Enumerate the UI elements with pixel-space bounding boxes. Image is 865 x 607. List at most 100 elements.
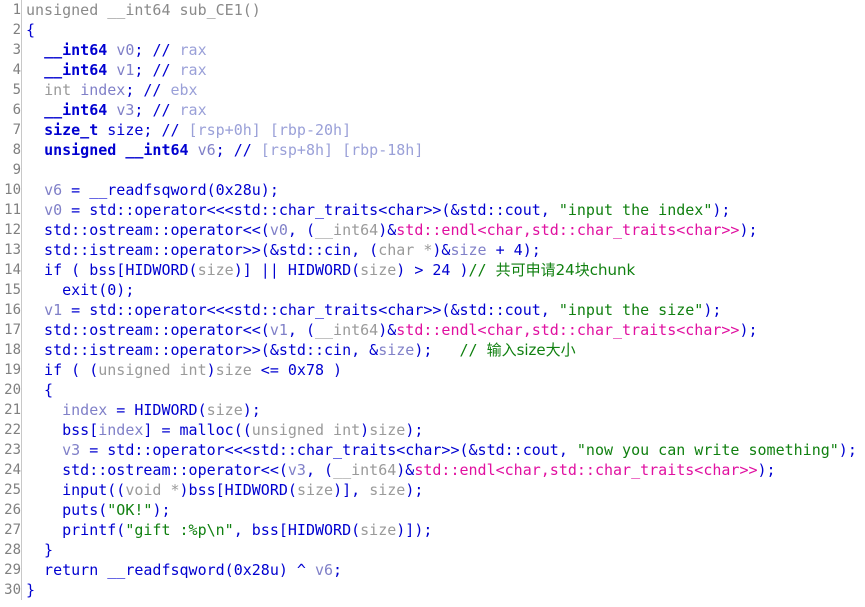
line-number: 1 [0,0,22,20]
code-line[interactable]: 23 v3 = std::operator<<<std::char_traits… [0,440,865,460]
code-line[interactable]: 27 printf("gift :%p\n", bss[HIDWORD(size… [0,520,865,540]
code-line[interactable]: 15 exit(0); [0,280,865,300]
code-line-content[interactable]: } [22,540,865,560]
code-line[interactable]: 12 std::ostream::operator<<(v0, (__int64… [0,220,865,240]
code-token: v6 [314,561,334,579]
code-line[interactable]: 3 __int64 v0; // rax [0,40,865,60]
code-token: unsigned int [98,361,207,379]
code-token: void * [125,481,180,499]
code-token: ); [414,341,460,359]
code-line-content[interactable]: std::ostream::operator<<(v1, (__int64)&s… [22,320,865,340]
code-token: v6 [197,141,216,159]
code-line-content[interactable]: v1 = std::operator<<<std::char_traits<ch… [22,300,865,320]
code-token: + 4); [486,241,541,259]
code-line-content[interactable]: index = HIDWORD(size); [22,400,865,420]
code-line-content[interactable]: return __readfsqword(0x28u) ^ v6; [22,560,865,580]
code-line[interactable]: 10 v6 = __readfsqword(0x28u); [0,180,865,200]
code-line-content[interactable]: std::ostream::operator<<(v3, (__int64)&s… [22,460,865,480]
code-line-content[interactable]: } [22,580,865,600]
code-line[interactable]: 20 { [0,380,865,400]
code-line-content[interactable]: { [22,20,865,40]
code-line-content[interactable]: if ( bss[HIDWORD(size)] || HIDWORD(size)… [22,260,865,280]
line-number: 4 [0,60,22,80]
code-line[interactable]: 1 unsigned __int64 sub_CE1() [0,0,865,20]
code-token: ); [838,441,857,459]
code-line-content[interactable]: v6 = __readfsqword(0x28u); [22,180,865,200]
code-line[interactable]: 14 if ( bss[HIDWORD(size)] || HIDWORD(si… [0,260,865,280]
code-line-content[interactable]: std::istream::operator>>(&std::cin, (cha… [22,240,865,260]
code-line-content[interactable]: exit(0); [22,280,865,300]
code-line[interactable]: 29 return __readfsqword(0x28u) ^ v6; [0,560,865,580]
code-line-content[interactable]: input((void *)bss[HIDWORD(size)], size); [22,480,865,500]
line-number: 6 [0,100,22,120]
code-token: rax [170,101,207,119]
code-line-content[interactable]: v3 = std::operator<<<std::char_traits<ch… [22,440,865,460]
code-token: return __readfsqword(0x28u) ^ [26,561,315,579]
code-line[interactable]: 28 } [0,540,865,560]
code-token: v0 [269,221,288,239]
code-line[interactable]: 22 bss[index] = malloc((unsigned int)siz… [0,420,865,440]
code-token: std::endl<char,std::char_traits<char>> [396,221,740,239]
code-line[interactable]: 18 std::istream::operator>>(&std::cin, &… [0,340,865,360]
line-number: 26 [0,500,22,520]
code-line-content[interactable]: __int64 v1; // rax [22,60,865,80]
code-token: ebx [161,81,198,99]
code-line[interactable]: 26 puts("OK!"); [0,500,865,520]
code-line[interactable]: 4 __int64 v1; // rax [0,60,865,80]
code-token: ); [152,501,171,519]
code-line-content[interactable]: { [22,380,865,400]
code-line-content[interactable]: bss[index] = malloc((unsigned int)size); [22,420,865,440]
code-line[interactable]: 17 std::ostream::operator<<(v1, (__int64… [0,320,865,340]
line-number: 19 [0,360,22,380]
code-line[interactable]: 30} [0,580,865,600]
code-line[interactable]: 16 v1 = std::operator<<<std::char_traits… [0,300,865,320]
code-line[interactable]: 8 unsigned __int64 v6; // [rsp+8h] [rbp-… [0,140,865,160]
code-token: std::ostream::operator<<( [26,321,270,339]
line-number: 3 [0,40,22,60]
code-line-content[interactable]: std::istream::operator>>(&std::cin, &siz… [22,340,865,360]
code-line-content[interactable]: if ( (unsigned int)size <= 0x78 ) [22,360,865,380]
code-line-content[interactable]: puts("OK!"); [22,500,865,520]
code-line-content[interactable]: __int64 v0; // rax [22,40,865,60]
code-line-content[interactable]: size_t size; // [rsp+0h] [rbp-20h] [22,120,865,140]
code-line[interactable]: 24 std::ostream::operator<<(v3, (__int64… [0,460,865,480]
code-token: )], [333,481,370,499]
code-token: ; [134,101,153,119]
code-token: = std::operator<<<std::char_traits<char>… [62,201,559,219]
code-token: std::istream::operator>>(&std::cin, & [26,341,379,359]
code-line-content[interactable]: std::ostream::operator<<(v0, (__int64)&s… [22,220,865,240]
code-line-content[interactable]: unsigned __int64 sub_CE1() [22,0,865,20]
code-line-content[interactable]: v0 = std::operator<<<std::char_traits<ch… [22,200,865,220]
code-token: ] = malloc(( [143,421,252,439]
code-token: "OK!" [107,501,153,519]
code-line[interactable]: 9 [0,160,865,180]
line-number: 13 [0,240,22,260]
line-number: 24 [0,460,22,480]
code-line-content[interactable]: __int64 v3; // rax [22,100,865,120]
code-line[interactable]: 25 input((void *)bss[HIDWORD(size)], siz… [0,480,865,500]
code-line[interactable]: 6 __int64 v3; // rax [0,100,865,120]
code-line[interactable]: 5 int index; // ebx [0,80,865,100]
decompiler-pseudocode-view[interactable]: 1 unsigned __int64 sub_CE1() 2{3 __int64 v… [0,0,865,607]
code-line[interactable]: 21 index = HIDWORD(size); [0,400,865,420]
code-line[interactable]: 11 v0 = std::operator<<<std::char_traits… [0,200,865,220]
code-token: if ( ( [26,361,99,379]
code-line[interactable]: 2{ [0,20,865,40]
line-number: 17 [0,320,22,340]
code-token: rax [170,41,207,59]
code-line-content[interactable]: printf("gift :%p\n", bss[HIDWORD(size)])… [22,520,865,540]
code-line-content[interactable]: int index; // ebx [22,80,865,100]
code-line[interactable]: 19 if ( (unsigned int)size <= 0x78 ) [0,360,865,380]
code-token: [rsp+0h] [rbp-20h] [179,121,352,139]
code-token: 共可申请24块chunk [495,261,636,279]
code-line-content[interactable]: unsigned __int64 v6; // [rsp+8h] [rbp-18… [22,140,865,160]
code-line[interactable]: 7 size_t size; // [rsp+0h] [rbp-20h] [0,120,865,140]
line-number: 23 [0,440,22,460]
code-line[interactable]: 13 std::istream::operator>>(&std::cin, (… [0,240,865,260]
code-token: __int64 [333,461,397,479]
code-token: input(( [26,481,126,499]
code-token: std::ostream::operator<<( [26,221,270,239]
